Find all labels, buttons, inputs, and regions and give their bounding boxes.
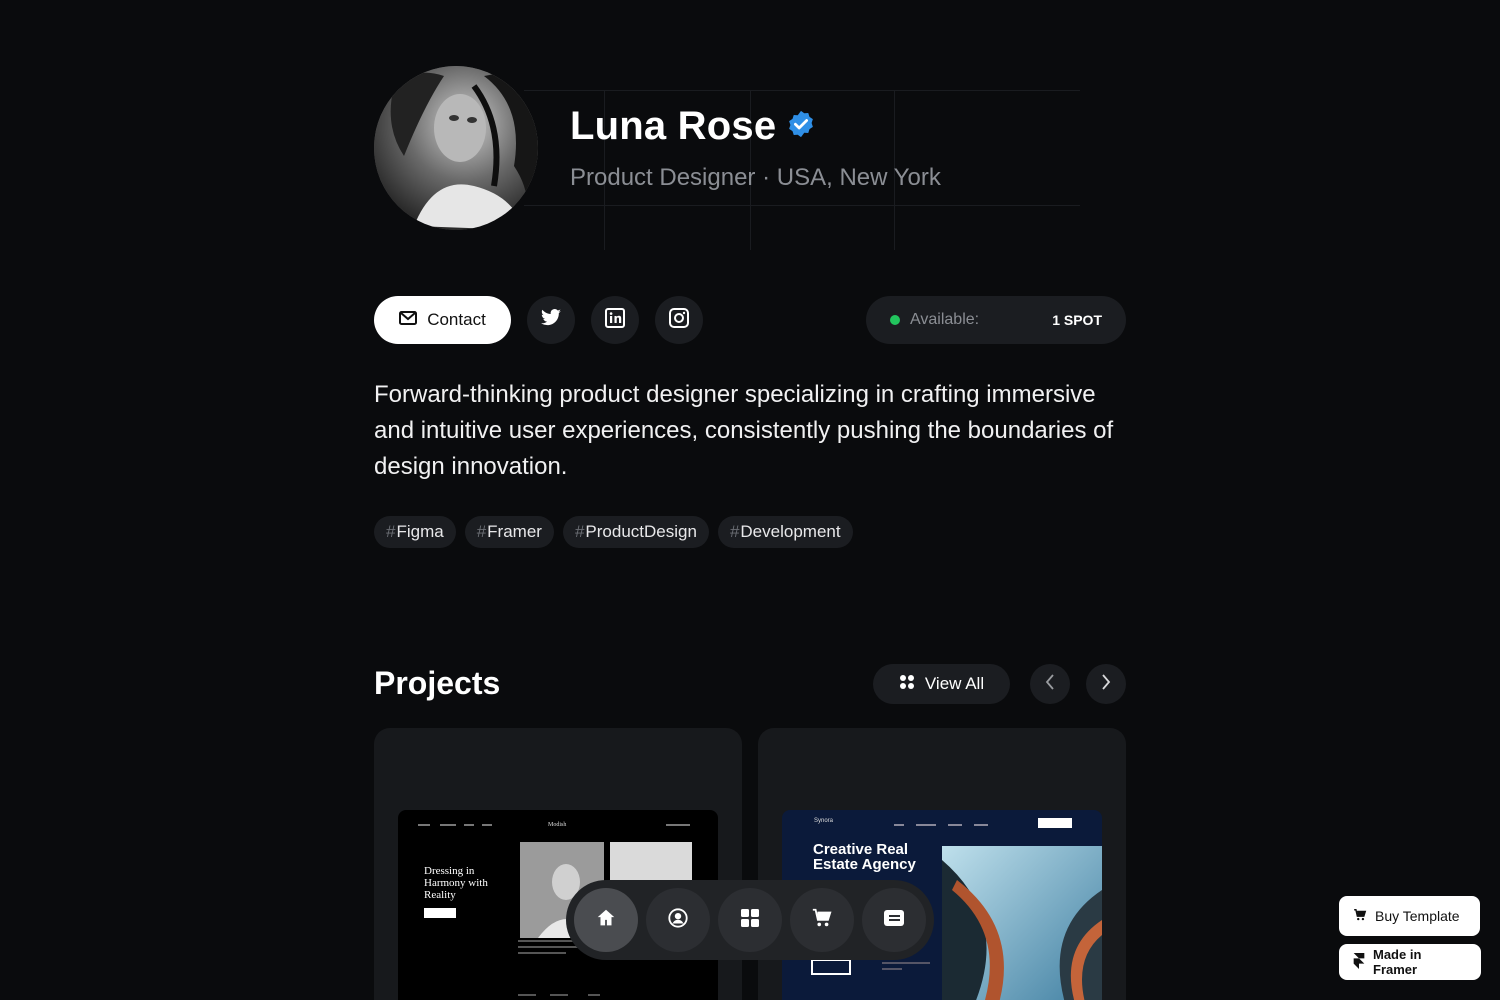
verified-badge-icon <box>786 109 816 144</box>
profile-name: Luna Rose <box>570 104 777 148</box>
contact-button[interactable]: Contact <box>374 296 511 344</box>
linkedin-button[interactable] <box>591 296 639 344</box>
chevron-left-icon <box>1045 673 1055 695</box>
bottom-dock <box>566 880 934 960</box>
availability-pill: Available: 1 SPOT <box>866 296 1126 344</box>
buy-template-label: Buy Template <box>1375 908 1460 924</box>
project-brand: Modish <box>548 822 567 828</box>
project-headline: Dressing in Harmony with Reality <box>424 865 488 901</box>
twitter-icon <box>540 308 562 332</box>
tag-framer[interactable]: # Framer <box>464 516 554 548</box>
grid-icon <box>740 908 760 933</box>
action-row: Contact Available: 1 SPOT <box>374 296 1126 344</box>
view-all-label: View All <box>924 674 985 693</box>
grid-dots-icon <box>899 674 915 695</box>
name-row: Luna Rose <box>570 104 816 149</box>
tag-productdesign[interactable]: # ProductDesign <box>562 516 709 548</box>
linkedin-icon <box>605 307 625 333</box>
instagram-icon <box>669 307 689 333</box>
project-headline: Creative Real Estate Agency <box>813 841 916 873</box>
projects-title: Projects <box>374 665 501 701</box>
made-in-framer-button[interactable]: Made in Framer <box>1339 944 1481 980</box>
dock-list-button[interactable] <box>862 888 926 952</box>
dock-profile-button[interactable] <box>646 888 710 952</box>
cart-icon <box>1353 908 1367 925</box>
availability-label: Available: <box>910 311 980 328</box>
profile-role: Product Designer · USA, New York <box>570 164 941 191</box>
prev-button[interactable] <box>1030 664 1070 704</box>
view-all-button[interactable]: View All <box>873 664 1010 704</box>
dock-grid-button[interactable] <box>718 888 782 952</box>
framer-logo-icon <box>1353 952 1365 972</box>
contact-label: Contact <box>427 310 486 329</box>
profile-avatar <box>374 66 538 230</box>
chevron-right-icon <box>1101 673 1111 695</box>
dock-cart-button[interactable] <box>790 888 854 952</box>
page-content: Luna Rose Product Designer · USA, New Yo… <box>374 0 1126 1000</box>
available-dot-icon <box>890 315 900 325</box>
tag-development[interactable]: # Development <box>717 516 853 548</box>
tag-list: # Figma # Framer # ProductDesign # Developme… <box>374 516 853 548</box>
twitter-button[interactable] <box>527 296 575 344</box>
profile-icon <box>667 907 689 934</box>
next-button[interactable] <box>1086 664 1126 704</box>
list-icon <box>883 909 905 932</box>
instagram-button[interactable] <box>655 296 703 344</box>
profile-bio: Forward-thinking product designer specia… <box>374 381 1114 480</box>
made-in-framer-label: Made in Framer <box>1373 947 1422 977</box>
profile-header: Luna Rose Product Designer · USA, New Yo… <box>374 66 1126 250</box>
home-icon <box>595 907 617 934</box>
cart-icon <box>811 907 833 934</box>
availability-value: 1 SPOT <box>1052 312 1102 328</box>
mail-icon <box>399 310 418 330</box>
buy-template-button[interactable]: Buy Template <box>1339 896 1480 936</box>
dock-home-button[interactable] <box>574 888 638 952</box>
tag-figma[interactable]: # Figma <box>374 516 456 548</box>
project-brand: Synora <box>814 818 834 824</box>
